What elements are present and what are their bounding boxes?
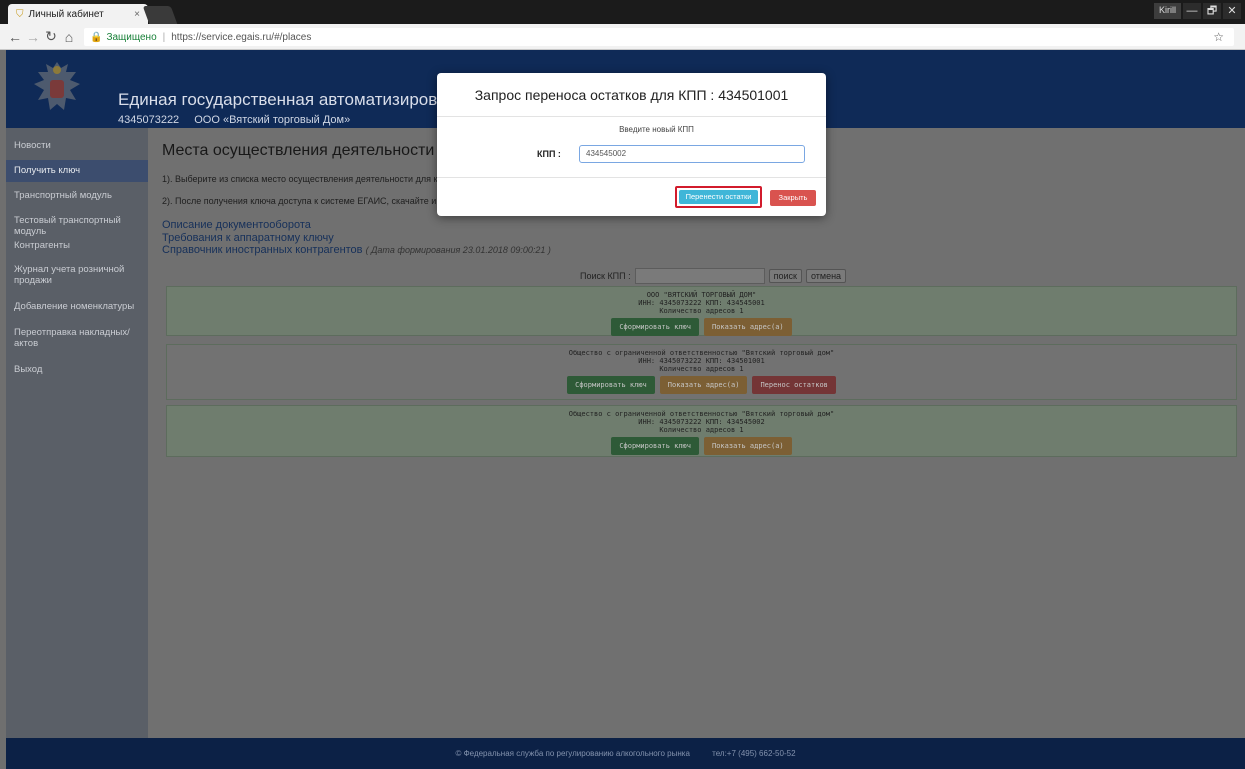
- sidebar-item-resend-invoices[interactable]: Переотправка накладных/актов: [6, 327, 148, 349]
- back-arrow-icon[interactable]: ←: [6, 29, 24, 45]
- footer-phone: тел:+7 (495) 662-50-52: [712, 749, 796, 758]
- instruction-step-2: 2). После получения ключа доступа к сист…: [162, 196, 481, 206]
- transfer-remains-button[interactable]: Перенос остатков: [752, 376, 836, 394]
- org-name: ООО "ВЯТСКИЙ ТОРГОВЫЙ ДОМ": [646, 291, 757, 299]
- link-doc-flow[interactable]: Описание документооборота: [162, 219, 311, 231]
- link-foreign-label: Справочник иностранных контрагентов: [162, 244, 363, 256]
- sidebar-item-logout[interactable]: Выход: [6, 364, 148, 375]
- transfer-remains-submit-button[interactable]: Перенести остатки: [675, 186, 762, 208]
- sidebar-item-test-transport-module[interactable]: Тестовый транспортный модуль: [6, 215, 148, 237]
- secure-label: Защищено: [106, 31, 157, 43]
- window-controls: Kirill — 🗗 ✕: [1154, 3, 1241, 19]
- sidebar-item-get-key[interactable]: Получить ключ: [6, 160, 148, 182]
- org-address-count: Количество адресов 1: [659, 365, 744, 373]
- cancel-search-button[interactable]: отмена: [805, 269, 847, 283]
- link-foreign-counterparties[interactable]: Справочник иностранных контрагентов ( Да…: [162, 244, 551, 256]
- org-ids: ИНН: 4345073222 КПП: 434501001: [638, 357, 765, 365]
- org-card: Общество с ограниченной ответственностью…: [166, 344, 1237, 400]
- org-name: Общество с ограниченной ответственностью…: [568, 410, 835, 418]
- header-org-name: ООО «Вятский торговый Дом»: [194, 114, 351, 126]
- dialog-title: Запрос переноса остатков для КПП : 43450…: [437, 73, 826, 117]
- foreign-date: ( Дата формирования 23.01.2018 09:00:21 …: [365, 245, 551, 255]
- org-card: ООО "ВЯТСКИЙ ТОРГОВЫЙ ДОМ" ИНН: 43450732…: [166, 286, 1237, 336]
- header-org-info: 4345073222 ООО «Вятский торговый Дом»: [118, 114, 350, 126]
- show-addresses-button[interactable]: Показать адрес(а): [704, 437, 792, 455]
- reload-icon[interactable]: ↻: [42, 28, 60, 45]
- org-address-count: Количество адресов 1: [659, 307, 744, 315]
- kpp-search-input[interactable]: [634, 268, 765, 284]
- url-text: https://service.egais.ru/#/places: [171, 31, 312, 43]
- kpp-search: Поиск КПП : поиск отмена: [580, 268, 847, 284]
- window-close-button[interactable]: ✕: [1223, 3, 1241, 19]
- sidebar-item-transport-module[interactable]: Транспортный модуль: [6, 190, 148, 201]
- kpp-search-label: Поиск КПП :: [580, 271, 631, 281]
- footer-copyright: © Федеральная служба по регулированию ал…: [455, 749, 690, 758]
- show-addresses-button[interactable]: Показать адрес(а): [659, 376, 748, 394]
- sidebar: Новости Получить ключ Транспортный модул…: [6, 128, 148, 738]
- search-button[interactable]: поиск: [768, 269, 802, 283]
- link-hw-key[interactable]: Требования к аппаратному ключу: [162, 232, 334, 244]
- generate-key-button[interactable]: Сформировать ключ: [567, 376, 655, 394]
- instruction-step-1: 1). Выберите из списка место осуществлен…: [162, 174, 477, 184]
- profile-button[interactable]: Kirill: [1154, 3, 1181, 19]
- transfer-remains-submit-label: Перенести остатки: [679, 190, 758, 204]
- header-inn: 4345073222: [118, 114, 180, 126]
- browser-tab-bar: ⛉ Личный кабинет × Kirill — 🗗 ✕: [0, 0, 1245, 24]
- url-separator: |: [162, 31, 166, 43]
- generate-key-button[interactable]: Сформировать ключ: [611, 437, 699, 455]
- site-footer: © Федеральная служба по регулированию ал…: [6, 738, 1245, 769]
- sidebar-item-retail-journal[interactable]: Журнал учета розничной продажи: [6, 264, 126, 286]
- org-name: Общество с ограниченной ответственностью…: [568, 349, 835, 357]
- page-title: Места осуществления деятельности: [162, 142, 435, 159]
- browser-tab[interactable]: ⛉ Личный кабинет ×: [8, 4, 148, 24]
- sidebar-item-news[interactable]: Новости: [6, 140, 148, 151]
- minimize-button[interactable]: —: [1183, 3, 1201, 19]
- address-bar: ← → ↻ ⌂ 🔒 Защищено | https://service.ega…: [0, 24, 1245, 50]
- transfer-remains-dialog: Запрос переноса остатков для КПП : 43450…: [437, 73, 826, 216]
- forward-arrow-icon[interactable]: →: [24, 29, 42, 45]
- kpp-field-label: КПП :: [537, 149, 561, 159]
- new-tab-button[interactable]: [142, 6, 178, 24]
- main-content: Места осуществления деятельности 1). Выб…: [148, 128, 1245, 738]
- org-card: Общество с ограниченной ответственностью…: [166, 405, 1237, 457]
- org-ids: ИНН: 4345073222 КПП: 434545001: [638, 299, 765, 307]
- new-kpp-input[interactable]: 434545002: [579, 145, 805, 163]
- show-addresses-button[interactable]: Показать адрес(а): [704, 318, 792, 336]
- bookmark-star-icon[interactable]: ☆: [1213, 30, 1224, 44]
- url-field[interactable]: 🔒 Защищено | https://service.egais.ru/#/…: [84, 28, 1234, 46]
- org-ids: ИНН: 4345073222 КПП: 434545002: [638, 418, 765, 426]
- tab-close-icon[interactable]: ×: [134, 9, 140, 20]
- sidebar-item-counterparties[interactable]: Контрагенты: [6, 240, 148, 251]
- org-address-count: Количество адресов 1: [659, 426, 744, 434]
- dialog-hint: Введите новый КПП: [619, 125, 694, 134]
- emblem-logo: [34, 62, 80, 110]
- dialog-footer: Перенести остатки Закрыть: [437, 177, 826, 216]
- dialog-close-button[interactable]: Закрыть: [770, 190, 816, 206]
- lock-icon: 🔒: [90, 31, 103, 43]
- shield-favicon-icon: ⛉: [16, 8, 24, 20]
- maximize-button[interactable]: 🗗: [1203, 3, 1221, 19]
- home-icon[interactable]: ⌂: [60, 29, 78, 45]
- generate-key-button[interactable]: Сформировать ключ: [611, 318, 699, 336]
- tab-title: Личный кабинет: [28, 8, 104, 20]
- sidebar-item-add-nomenclature[interactable]: Добавление номенклатуры: [6, 301, 148, 312]
